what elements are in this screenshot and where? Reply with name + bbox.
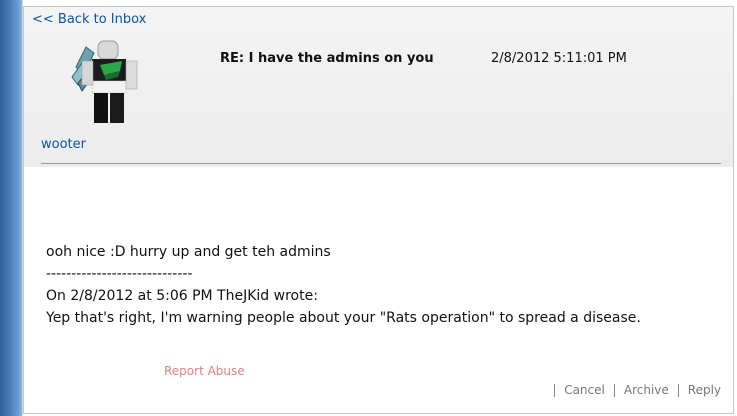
report-abuse-link[interactable]: Report Abuse	[164, 364, 245, 378]
message-line: ooh nice :D hurry up and get teh admins	[46, 244, 331, 260]
cancel-button[interactable]: Cancel	[564, 383, 605, 397]
message-panel: << Back to Inbox RE: I have the admins o…	[23, 6, 734, 414]
sender-name-link[interactable]: wooter	[41, 137, 86, 152]
message-body: ooh nice :D hurry up and get teh admins …	[46, 241, 641, 329]
message-separator-line: -----------------------------	[46, 266, 193, 282]
message-subject: RE: I have the admins on you	[220, 51, 434, 66]
message-date: 2/8/2012 5:11:01 PM	[491, 51, 627, 66]
sender-avatar[interactable]	[64, 37, 154, 127]
message-actions: Cancel Archive Reply	[545, 383, 721, 397]
action-separator	[613, 383, 615, 397]
reply-button[interactable]: Reply	[688, 383, 721, 397]
action-separator	[554, 383, 556, 397]
message-quoted-line: Yep that's right, I'm warning people abo…	[46, 310, 641, 326]
action-separator	[677, 383, 679, 397]
back-to-inbox-link[interactable]: << Back to Inbox	[32, 12, 146, 27]
message-quote-header: On 2/8/2012 at 5:06 PM TheJKid wrote:	[46, 288, 318, 304]
archive-button[interactable]: Archive	[624, 383, 669, 397]
header-divider	[41, 163, 721, 164]
